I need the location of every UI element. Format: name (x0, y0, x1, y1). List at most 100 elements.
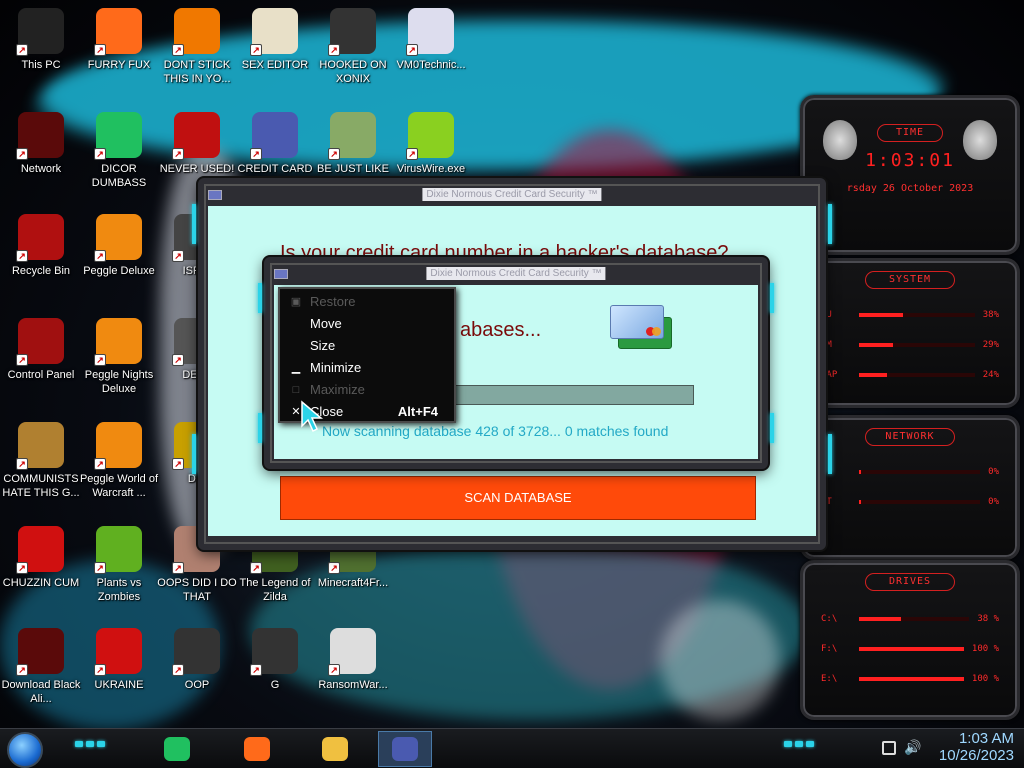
desktop-icon-label: DICOR DUMBASS (91, 163, 147, 189)
desktop-icon[interactable]: ↗ COMMUNISTS HATE THIS G... (0, 416, 82, 516)
firefox-icon: ↗ (94, 8, 142, 56)
chuzzle-icon: ↗ (16, 526, 64, 574)
scan-status: Now scanning database 428 of 3728... 0 m… (322, 423, 669, 439)
menu-item-restore[interactable]: ▣ Restore (280, 291, 454, 313)
discord-like-icon: ↗ (94, 112, 142, 160)
restore-icon: ▣ (290, 296, 302, 308)
title-bar[interactable]: Dixie Normous Credit Card Security ™ (270, 263, 762, 285)
gadget-meter (859, 647, 964, 651)
desktop-icon[interactable]: ↗ Peggle World of Warcraft ... (78, 416, 160, 516)
desktop-icon[interactable]: ↗ Control Panel (0, 312, 82, 412)
minimize-icon: ▁ (291, 362, 301, 374)
desktop-icon-label: Recycle Bin (11, 265, 71, 277)
gadget-meter (859, 373, 975, 377)
shortcut-arrow-icon: ↗ (328, 664, 340, 676)
desktop-icon[interactable]: ↗ DONT STICK THIS IN YO... (156, 2, 238, 102)
gadget-title: TIME (877, 124, 943, 142)
gadget-meter (859, 500, 981, 504)
taskbar-app-chat-app[interactable] (150, 731, 204, 767)
desktop-icon-label: COMMUNISTS HATE THIS G... (2, 473, 80, 499)
desktop-icon[interactable]: ↗ Recycle Bin (0, 208, 82, 308)
shortcut-arrow-icon: ↗ (94, 562, 106, 574)
desktop-icon[interactable]: ↗ G (234, 622, 316, 722)
shortcut-arrow-icon: ↗ (172, 354, 184, 366)
gadget-row: E:\ 100 % (803, 669, 1017, 689)
shortcut-arrow-icon: ↗ (16, 458, 28, 470)
start-button[interactable] (7, 732, 43, 768)
desktop-icon-label: UKRAINE (94, 679, 144, 691)
desktop-icon[interactable]: ↗ Network (0, 106, 82, 206)
desktop-icon[interactable]: ↗ RansomWar... (312, 622, 394, 722)
tray-volume-icon[interactable]: 🔊 (904, 739, 921, 756)
gadget-meter (859, 343, 975, 347)
title-bar[interactable]: Dixie Normous Credit Card Security ™ (204, 184, 820, 206)
xonix-game-icon: ↗ (328, 8, 376, 56)
shortcut-arrow-icon: ↗ (172, 250, 184, 262)
taskbar-app-firefox[interactable] (230, 731, 284, 767)
shortcut-arrow-icon: ↗ (250, 664, 262, 676)
taskbar-app-credit-card-app[interactable] (378, 731, 432, 767)
desktop-icon-label: Minecraft4Fr... (317, 577, 389, 589)
desktop-icon-label: CHUZZIN CUM (2, 577, 80, 589)
menu-item-minimize[interactable]: ▁ Minimize (280, 357, 454, 379)
desktop-icon[interactable]: ↗ FURRY FUX (78, 2, 160, 102)
desktop-icon[interactable]: ↗ Peggle Nights Deluxe (78, 312, 160, 412)
gadget-row-label: E:\ (821, 674, 838, 684)
taskbar-app-file-explorer[interactable] (308, 731, 362, 767)
gadget-row-value: 100 % (971, 644, 999, 654)
gadget-row-value: 24% (982, 370, 999, 380)
shortcut-arrow-icon: ↗ (16, 664, 28, 676)
desktop-icon-label: CREDIT CARD (237, 163, 313, 175)
tray-network-icon[interactable] (882, 741, 896, 755)
desktop-icon[interactable]: ↗ OOP (156, 622, 238, 722)
desktop-icon-label: OOPS DID I DO THAT (157, 577, 237, 603)
recycle-bin-icon: ↗ (16, 214, 64, 262)
drives-gadget: DRIVES C:\ 38 % F:\ 100 % E:\ 100 % (800, 560, 1020, 720)
gadget-row-label: F:\ (821, 644, 838, 654)
shortcut-arrow-icon: ↗ (16, 562, 28, 574)
desktop-icon[interactable]: ↗ VM0Technic... (390, 2, 472, 102)
desktop-icon[interactable]: ↗ SEX EDITOR (234, 2, 316, 102)
desktop-icon[interactable]: ↗ CHUZZIN CUM (0, 520, 82, 620)
folder-icon (322, 737, 348, 761)
menu-item-shortcut: Alt+F4 (397, 404, 438, 419)
menu-item-label: Move (310, 316, 342, 331)
peggle-wow-icon: ↗ (94, 422, 142, 470)
desktop-icon[interactable]: ↗ DICOR DUMBASS (78, 106, 160, 206)
scan-database-button[interactable]: SCAN DATABASE (280, 476, 756, 520)
desktop-icon[interactable]: ↗ HOOKED ON XONIX (312, 2, 394, 102)
menu-item-move[interactable]: Move (280, 313, 454, 335)
credit-card-icon: ↗ (250, 112, 298, 160)
gadget-row-value: 100 % (971, 674, 999, 684)
taskbar-clock[interactable]: 1:03 AM 10/26/2023 (939, 730, 1014, 764)
app-icon: ↗ (172, 628, 220, 676)
desktop-icon[interactable]: ↗ This PC (0, 2, 82, 102)
gadget-row: C:\ 38 % (803, 609, 1017, 629)
shortcut-arrow-icon: ↗ (406, 44, 418, 56)
mouse-cursor-icon (301, 400, 324, 433)
window-title: Dixie Normous Credit Card Security ™ (426, 267, 606, 280)
app-icon[interactable] (274, 269, 288, 279)
doctor-icon: ↗ (406, 8, 454, 56)
menu-item-size[interactable]: Size (280, 335, 454, 357)
desktop-icon-label: Download Black Ali... (1, 679, 81, 705)
gadget-row: WAP 24% (803, 365, 1017, 385)
desktop-icon[interactable]: ↗ UKRAINE (78, 622, 160, 722)
app-icon[interactable] (208, 190, 222, 200)
gadget-meter (859, 677, 964, 681)
gadget-row: 0% (803, 462, 1017, 482)
shortcut-arrow-icon: ↗ (94, 250, 106, 262)
computer-icon: ↗ (16, 8, 64, 56)
desktop-icon[interactable]: ↗ Plants vs Zombies (78, 520, 160, 620)
shortcut-arrow-icon: ↗ (172, 44, 184, 56)
desktop-icon[interactable]: ↗ Download Black Ali... (0, 622, 82, 722)
devcpp-icon: ↗ (172, 112, 220, 160)
window-title: Dixie Normous Credit Card Security ™ (422, 188, 602, 201)
menu-item-maximize[interactable]: □ Maximize (280, 379, 454, 401)
alien-icon: ↗ (16, 628, 64, 676)
desktop-icon[interactable]: ↗ Peggle Deluxe (78, 208, 160, 308)
alien-network-icon: ↗ (16, 112, 64, 160)
shortcut-arrow-icon: ↗ (94, 354, 106, 366)
gadget-meter (859, 313, 975, 317)
shortcut-arrow-icon: ↗ (16, 250, 28, 262)
